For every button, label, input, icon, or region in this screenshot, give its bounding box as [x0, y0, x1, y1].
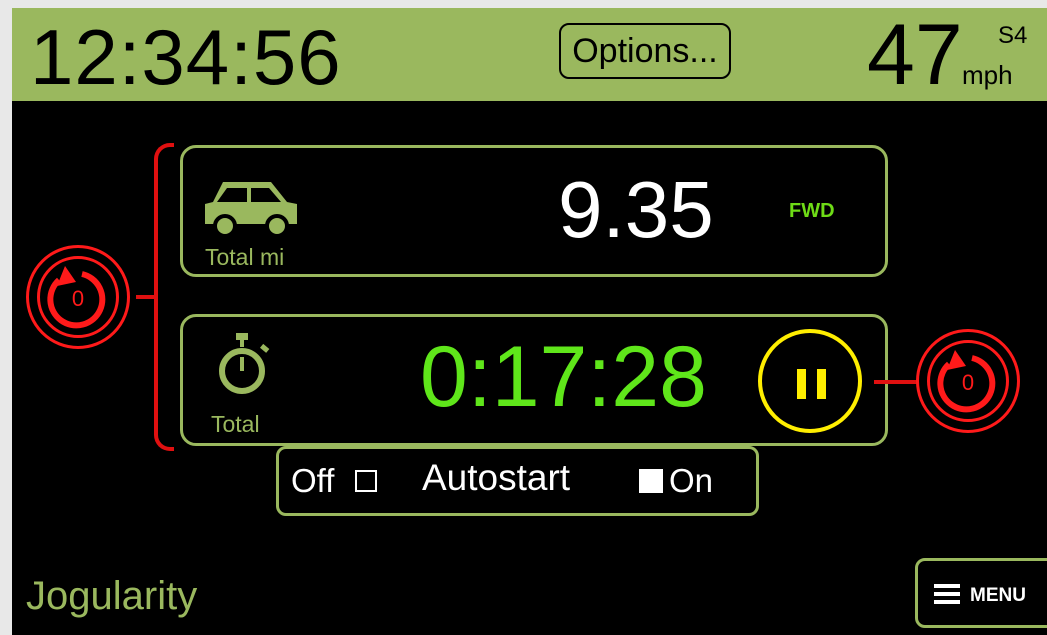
speed-value: 47 [867, 8, 963, 103]
stopwatch-icon [219, 333, 270, 394]
speed-prefix: S4 [998, 22, 1028, 49]
timer-label: Total [211, 411, 260, 437]
autostart-label: Autostart [422, 457, 571, 498]
app-name: Jogularity [26, 574, 198, 618]
reset-arrow-icon: 0 [47, 266, 106, 329]
autostart-off-checkbox[interactable] [355, 470, 377, 492]
reset-arrow-icon: 0 [937, 350, 996, 413]
reset-group-connector [136, 295, 156, 299]
reset-timer-button[interactable]: 0 [916, 329, 1020, 433]
options-button[interactable]: Options... [559, 23, 731, 79]
autostart-off-label: Off [291, 462, 335, 499]
timer-value: 0:17:28 [420, 329, 707, 425]
app-screen: 12:34:56 Options... 47 mph S4 0 Total mi… [12, 8, 1047, 635]
reset-group-bracket [154, 143, 174, 451]
menu-button[interactable]: MENU [915, 558, 1047, 628]
pause-button[interactable] [758, 329, 862, 433]
pause-icon-bar [817, 369, 826, 399]
clock-display: 12:34:56 [30, 13, 342, 101]
distance-label: Total mi [205, 244, 285, 270]
header-bar: 12:34:56 Options... 47 mph S4 [12, 8, 1047, 101]
reset-timer-count: 0 [962, 370, 974, 395]
speed-unit: mph [962, 60, 1013, 90]
autostart-on-checkbox[interactable] [639, 469, 663, 493]
menu-label: MENU [970, 585, 1026, 606]
hamburger-icon [934, 584, 960, 604]
timer-panel: Total 0:17:28 [180, 314, 888, 446]
reset-all-count: 0 [72, 286, 84, 311]
reset-all-button[interactable]: 0 [26, 245, 130, 349]
autostart-toggle: Off Autostart On [276, 446, 759, 516]
timer-reset-connector [874, 380, 918, 384]
distance-value: 9.35 [558, 165, 714, 254]
autostart-on-label: On [669, 462, 714, 499]
pause-icon [797, 369, 806, 399]
direction-label: FWD [789, 200, 835, 222]
distance-panel: Total mi 9.35 FWD [180, 145, 888, 277]
car-icon [205, 182, 297, 238]
